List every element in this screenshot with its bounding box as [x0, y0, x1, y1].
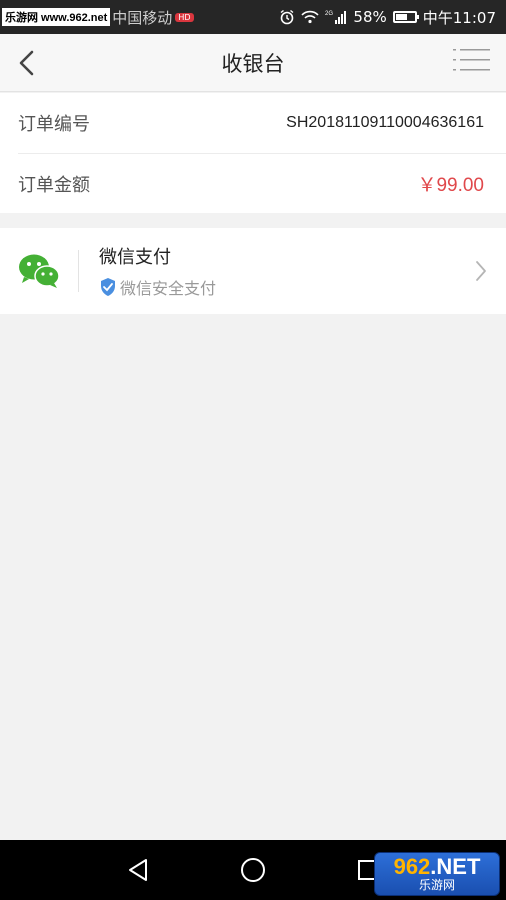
system-home-button[interactable] — [233, 850, 273, 890]
order-number-row: 订单编号 SH2018110911000463616​1 — [18, 93, 506, 153]
watermark-logo-main: 962.NET — [394, 856, 481, 878]
watermark-logo-net: .NET — [430, 854, 481, 879]
battery-fill — [395, 14, 408, 20]
watermark-logo-number: 962 — [393, 854, 431, 879]
watermark-logo-sub: 乐游网 — [418, 878, 455, 892]
order-amount-label: 订单金额 — [18, 174, 90, 196]
triangle-back-icon — [128, 859, 147, 881]
order-number-label: 订单编号 — [18, 114, 90, 135]
order-number-value: SH2018110911000463616​1 — [286, 114, 484, 131]
circle-home-icon — [240, 858, 265, 882]
list-menu-icon — [453, 49, 490, 71]
battery-icon — [392, 11, 419, 23]
chevron-right-icon — [466, 260, 496, 282]
watermark-tag: 乐游网 www.962.net — [2, 8, 111, 26]
pay-method-subtitle-row: 微信安全支付 — [99, 275, 466, 299]
order-info-card: 订单编号 SH2018110911000463616​1 订单金额 ￥99.00 — [0, 93, 506, 213]
pay-method-title: 微信支付 — [99, 247, 171, 268]
status-left: 乐游网 www.962.net 中国移动 HD — [0, 0, 194, 34]
status-bar: 乐游网 www.962.net 中国移动 HD 2G 58% 中午11:07 — [0, 0, 506, 34]
pay-divider — [78, 250, 79, 292]
alarm-icon — [279, 9, 295, 25]
status-time: 中午11:07 — [422, 8, 496, 27]
watermark-logo: 962.NET 乐游网 — [374, 852, 500, 896]
page-title: 收银台 — [221, 51, 285, 76]
chevron-left-icon — [19, 50, 34, 76]
system-back-button[interactable] — [118, 850, 158, 890]
order-amount-value: ￥99.00 — [417, 175, 484, 196]
network-type: 2G — [325, 11, 333, 17]
back-button[interactable] — [10, 46, 44, 80]
nav-bar: 收银台 — [0, 34, 506, 92]
wechat-icon — [0, 228, 78, 314]
signal-icon: 2G — [325, 9, 347, 25]
carrier-badge: HD — [175, 12, 194, 22]
order-amount-row: 订单金额 ￥99.00 — [18, 153, 506, 213]
pay-method-subtitle: 微信安全支付 — [120, 279, 217, 298]
battery-percent: 58% — [353, 8, 387, 26]
pay-text: 微信支付 微信安全支付 — [99, 243, 466, 299]
menu-button[interactable] — [452, 43, 492, 77]
carrier-name: 中国移动 — [112, 8, 173, 27]
wifi-icon — [301, 10, 320, 24]
status-right: 2G 58% 中午11:07 — [279, 7, 496, 28]
wechat-pay-option[interactable]: 微信支付 微信安全支付 — [0, 228, 506, 314]
shield-check-icon — [101, 278, 115, 296]
